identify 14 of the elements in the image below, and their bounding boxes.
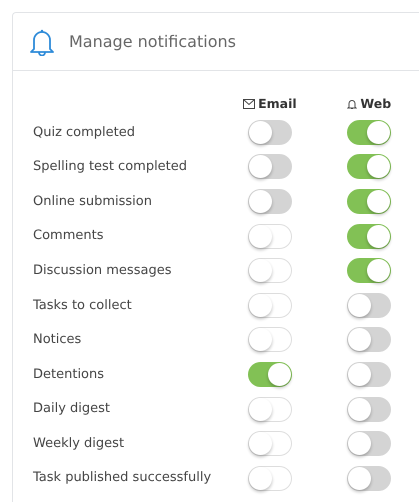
notification-label: Daily digest bbox=[33, 400, 112, 418]
notification-label: Weekly digest bbox=[33, 434, 126, 453]
notification-label: Comments bbox=[33, 227, 104, 246]
column-header: Email bbox=[258, 94, 297, 113]
notification-label: Detentions bbox=[33, 366, 106, 384]
notification-label: Notices bbox=[33, 331, 82, 350]
notification-label: Online submission bbox=[33, 192, 153, 211]
notification-label: Quiz completed bbox=[33, 124, 136, 142]
notification-label: Task published successfully bbox=[33, 469, 212, 488]
notification-label: Spelling test completed bbox=[33, 158, 188, 176]
column-header: Web bbox=[360, 94, 392, 113]
panel-title: Manage notifications bbox=[69, 30, 236, 52]
notification-label: Tasks to collect bbox=[33, 296, 133, 315]
notification-label: Discussion messages bbox=[33, 262, 172, 280]
